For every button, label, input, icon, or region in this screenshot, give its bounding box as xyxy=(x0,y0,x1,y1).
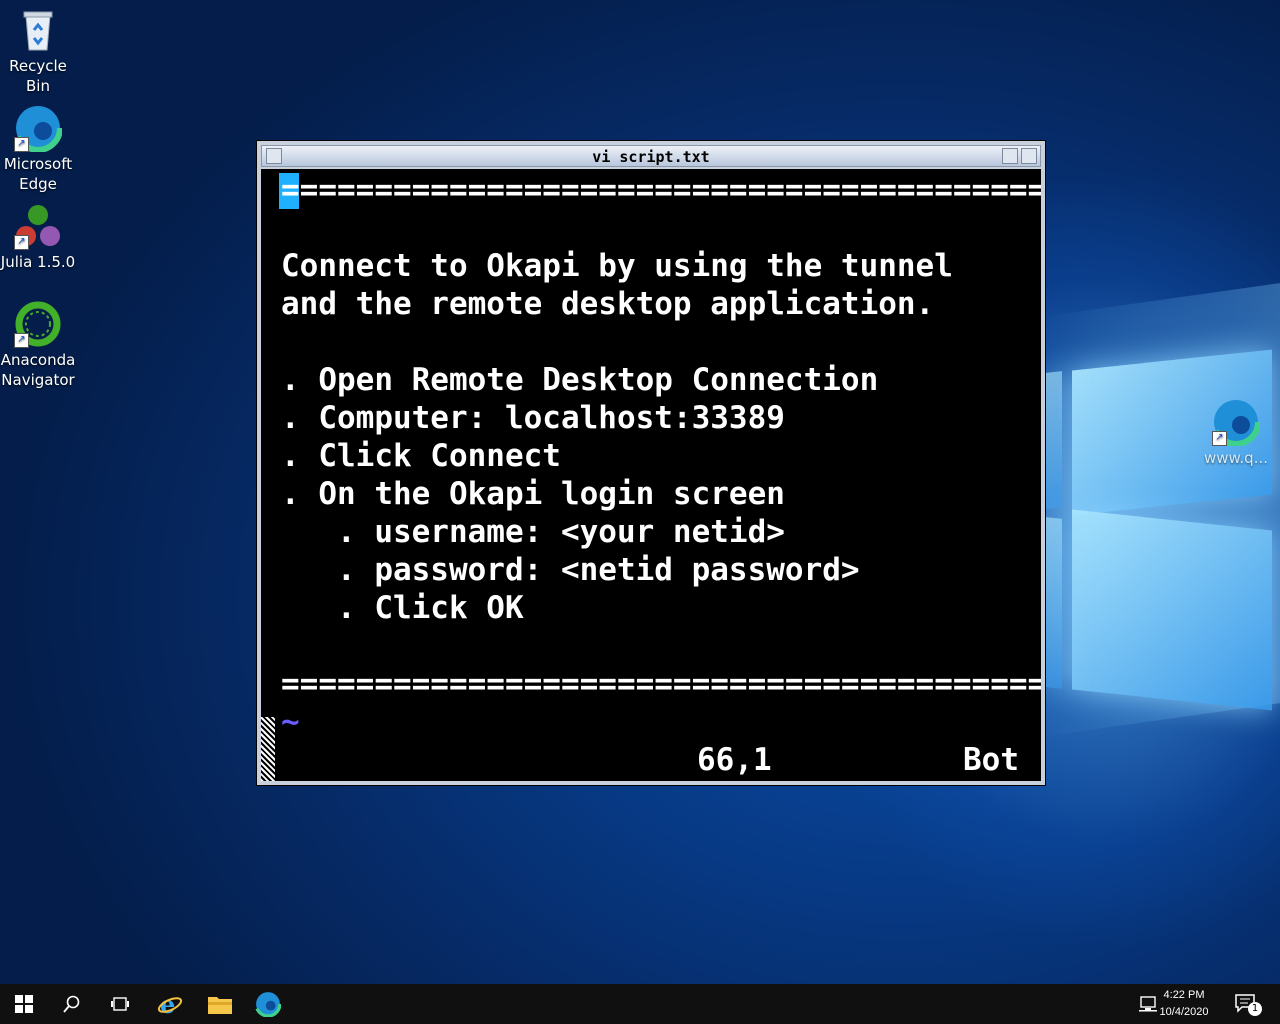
edge-icon: ↗ xyxy=(13,103,63,153)
tilde-line: ~ xyxy=(281,704,300,740)
task-view-icon[interactable] xyxy=(96,984,144,1024)
julia-icon: ↗ xyxy=(14,202,62,250)
text-line: . password: <netid password> xyxy=(281,552,860,588)
recycle-bin-icon xyxy=(14,6,62,54)
status-position: 66,1 xyxy=(697,742,772,778)
text-line: and the remote desktop application. xyxy=(281,286,935,322)
maximize-button[interactable] xyxy=(1021,148,1037,164)
clock-date: 10/4/2020 xyxy=(1159,1006,1209,1018)
desktop-icon-julia[interactable]: ↗ Julia 1.5.0 xyxy=(0,202,76,272)
window-title: vi script.txt xyxy=(592,148,710,166)
internet-explorer-icon[interactable]: e xyxy=(146,984,194,1024)
text-line: ========================================… xyxy=(281,172,1041,208)
text-line: . Computer: localhost:33389 xyxy=(281,400,785,436)
status-scroll: Bot xyxy=(963,742,1019,778)
anaconda-icon: ↗ xyxy=(14,300,62,348)
file-explorer-icon[interactable] xyxy=(196,984,244,1024)
taskbar: e 4:22 PM 10/4/2020 1 xyxy=(0,984,1280,1024)
shortcut-arrow-icon: ↗ xyxy=(1212,431,1227,446)
notification-count: 1 xyxy=(1248,1002,1262,1016)
start-icon[interactable] xyxy=(0,984,48,1024)
text-line: . Open Remote Desktop Connection xyxy=(281,362,879,398)
edge-icon[interactable] xyxy=(244,984,292,1024)
text-line: . Click OK xyxy=(281,590,524,626)
text-line: . username: <your netid> xyxy=(281,514,785,550)
text-line: ========================================… xyxy=(281,666,1041,702)
desktop-icon-label: Microsoft Edge xyxy=(3,155,73,193)
scrollbar[interactable] xyxy=(261,717,275,781)
desktop-icon-label: Julia 1.5.0 xyxy=(0,253,76,271)
desktop-icon-recycle-bin[interactable]: Recycle Bin xyxy=(0,6,76,96)
desktop-icon-label: www.q... xyxy=(1203,449,1269,467)
desktop-icon-label: Anaconda Navigator xyxy=(0,351,76,389)
clock[interactable]: 4:22 PM 10/4/2020 xyxy=(1144,987,1224,1021)
shortcut-arrow-icon: ↗ xyxy=(14,137,29,152)
text-line: . Click Connect xyxy=(281,438,561,474)
shortcut-arrow-icon: ↗ xyxy=(14,235,29,250)
shortcut-arrow-icon: ↗ xyxy=(14,333,29,348)
desktop-icon-label: Recycle Bin xyxy=(9,57,67,95)
windows-logo-pane xyxy=(1046,371,1062,509)
windows-logo-pane xyxy=(1072,509,1272,711)
notification-icon[interactable]: 1 xyxy=(1226,984,1266,1024)
text-line: . On the Okapi login screen xyxy=(281,476,785,512)
desktop-icon-microsoft-edge[interactable]: ↗ Microsoft Edge xyxy=(0,103,76,194)
clock-time: 4:22 PM xyxy=(1163,989,1205,1001)
minimize-button[interactable] xyxy=(1002,148,1018,164)
vi-window[interactable]: vi script.txt ==========================… xyxy=(256,140,1046,786)
desktop-icon-anaconda-navigator[interactable]: ↗ Anaconda Navigator xyxy=(0,300,76,390)
title-bar[interactable]: vi script.txt xyxy=(261,145,1041,167)
windows-logo-pane xyxy=(1046,517,1062,689)
terminal-area[interactable]: ========================================… xyxy=(261,169,1041,781)
edge-icon: ↗ xyxy=(1211,397,1261,447)
text-line: Connect to Okapi by using the tunnel xyxy=(281,248,953,284)
desktop-icon-edge-link[interactable]: ↗ www.q... xyxy=(1198,397,1274,468)
search-icon[interactable] xyxy=(48,984,96,1024)
